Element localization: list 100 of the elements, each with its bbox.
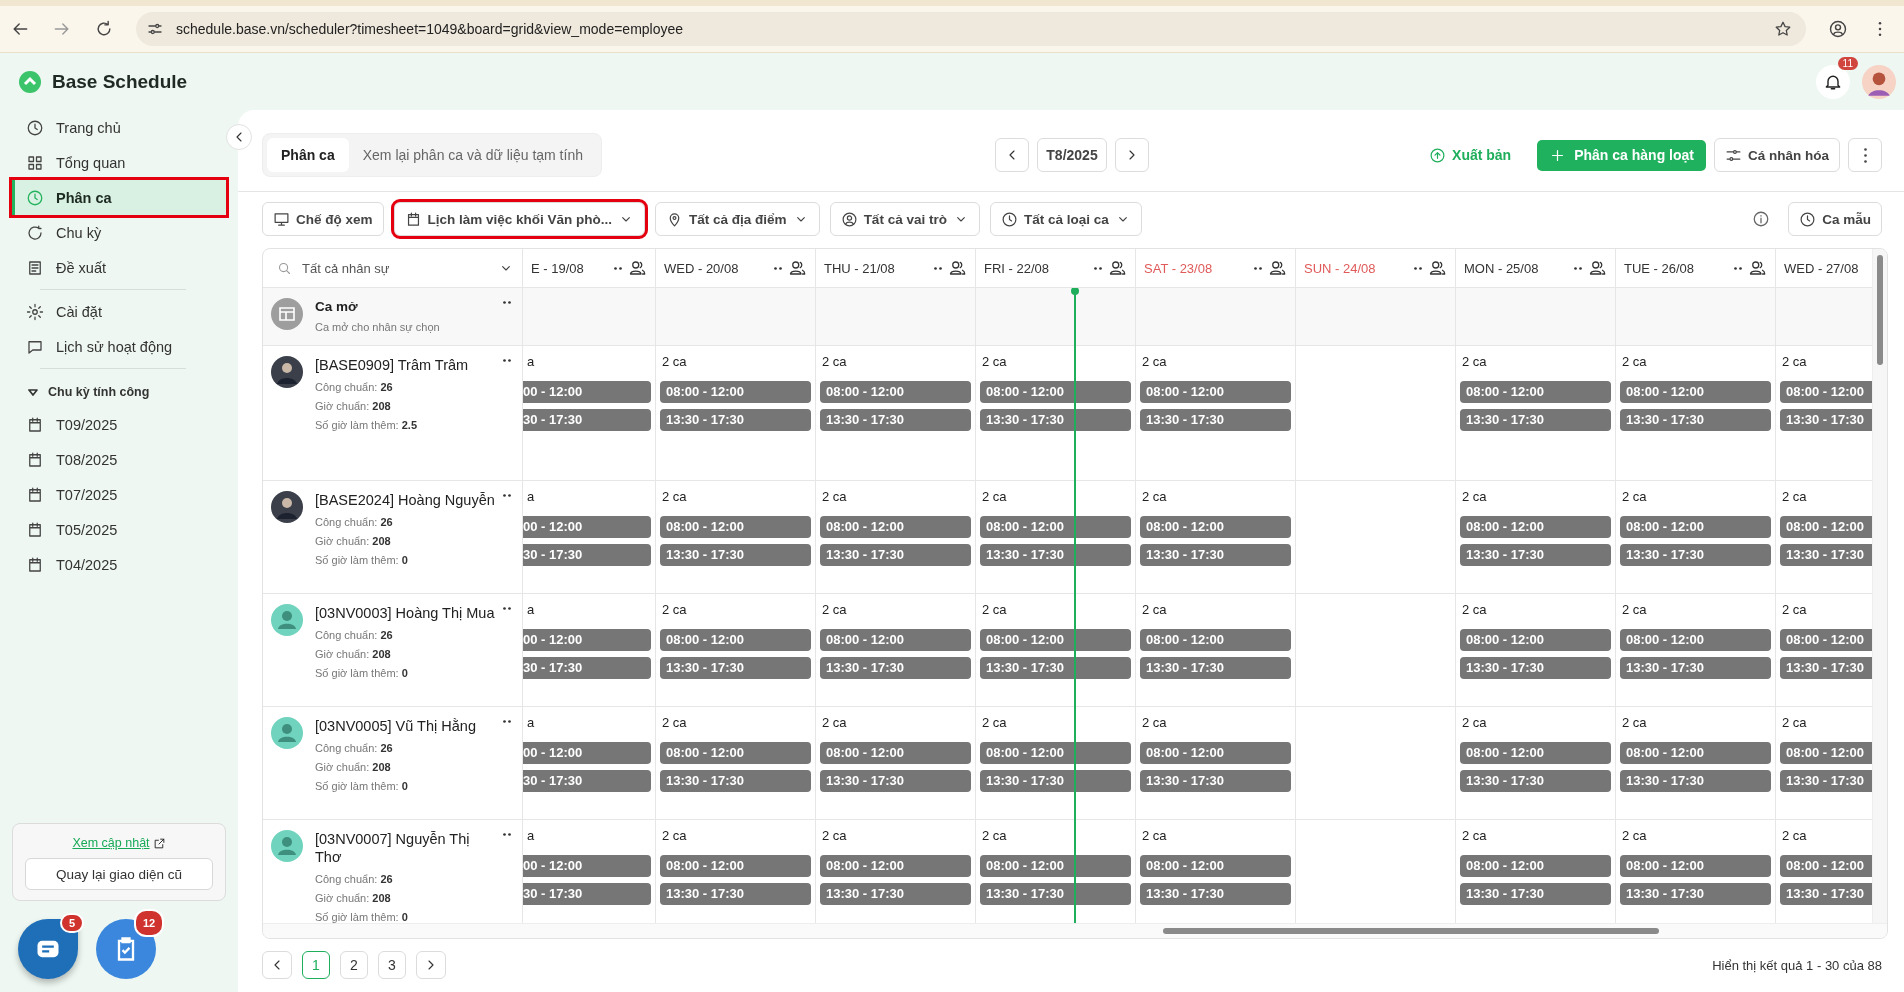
people-icon[interactable] [1109, 259, 1127, 277]
shift-block[interactable]: 00 - 12:00 [523, 381, 651, 403]
publish-button[interactable]: Xuất bản [1423, 145, 1518, 165]
shift-block[interactable]: 13:30 - 17:30 [820, 657, 971, 679]
shift-block[interactable]: 13:30 - 17:30 [1460, 544, 1611, 566]
shift-block[interactable]: 13:30 - 17:30 [1620, 544, 1771, 566]
page-button[interactable]: 3 [378, 951, 406, 979]
shift-block[interactable]: 08:00 - 12:00 [980, 516, 1131, 538]
shift-template-button[interactable]: Ca mẫu [1788, 202, 1882, 236]
vertical-scrollbar[interactable] [1872, 249, 1887, 923]
sidebar-group-header[interactable]: Chu kỳ tính công [12, 377, 226, 407]
shift-block[interactable]: 13:30 - 17:30 [660, 770, 811, 792]
shift-block[interactable]: 08:00 - 12:00 [1780, 629, 1872, 651]
chat-button[interactable] [18, 919, 78, 979]
shift-block[interactable]: 13:30 - 17:30 [660, 544, 811, 566]
sidebar-item[interactable]: Phân ca [12, 180, 226, 215]
tasks-button[interactable] [96, 919, 156, 979]
shift-block[interactable]: 08:00 - 12:00 [1460, 855, 1611, 877]
shift-block[interactable]: 13:30 - 17:30 [980, 409, 1131, 431]
more-icon[interactable] [1573, 265, 1583, 271]
tab[interactable]: Xem lại phân ca và dữ liệu tạm tính [348, 138, 597, 172]
shift-block[interactable]: 08:00 - 12:00 [1460, 742, 1611, 764]
shift-block[interactable]: 08:00 - 12:00 [980, 629, 1131, 651]
people-icon[interactable] [1269, 259, 1287, 277]
shift-block[interactable]: 08:00 - 12:00 [820, 516, 971, 538]
shift-block[interactable]: 13:30 - 17:30 [820, 409, 971, 431]
shift-block[interactable]: 13:30 - 17:30 [1460, 883, 1611, 905]
more-icon[interactable] [1733, 265, 1743, 271]
shift-block[interactable]: 13:30 - 17:30 [1140, 883, 1291, 905]
shift-block[interactable]: 13:30 - 17:30 [660, 657, 811, 679]
shift-block[interactable]: 30 - 17:30 [523, 409, 651, 431]
filter-dropdown[interactable]: Lịch làm việc khối Văn phò... [393, 202, 646, 236]
filter-dropdown[interactable]: Tất cả vai trò [829, 202, 980, 236]
shift-block[interactable]: 13:30 - 17:30 [820, 770, 971, 792]
shift-block[interactable]: 30 - 17:30 [523, 883, 651, 905]
filter-dropdown[interactable]: Tất cả địa điểm [655, 202, 820, 236]
sidebar-item[interactable]: Tổng quan [12, 145, 226, 180]
more-icon[interactable] [502, 493, 512, 498]
shift-block[interactable]: 00 - 12:00 [523, 742, 651, 764]
shift-block[interactable]: 08:00 - 12:00 [1460, 381, 1611, 403]
people-icon[interactable] [1429, 259, 1447, 277]
horizontal-scrollbar[interactable] [263, 923, 1887, 938]
avatar[interactable] [1862, 64, 1896, 99]
shift-block[interactable]: 13:30 - 17:30 [660, 409, 811, 431]
shift-block[interactable]: 13:30 - 17:30 [1140, 409, 1291, 431]
shift-block[interactable]: 08:00 - 12:00 [660, 381, 811, 403]
shift-block[interactable]: 08:00 - 12:00 [820, 855, 971, 877]
shift-block[interactable]: 08:00 - 12:00 [1780, 855, 1872, 877]
shift-block[interactable]: 08:00 - 12:00 [1140, 742, 1291, 764]
shift-block[interactable]: 13:30 - 17:30 [980, 883, 1131, 905]
filter-dropdown[interactable]: Chế độ xem [262, 202, 384, 236]
shift-block[interactable]: 13:30 - 17:30 [1460, 657, 1611, 679]
shift-block[interactable]: 00 - 12:00 [523, 629, 651, 651]
more-icon[interactable] [502, 606, 512, 611]
sidebar-item[interactable]: Trang chủ [12, 110, 226, 145]
more-icon[interactable] [773, 265, 783, 271]
shift-block[interactable]: 13:30 - 17:30 [1140, 770, 1291, 792]
shift-block[interactable]: 08:00 - 12:00 [820, 742, 971, 764]
shift-block[interactable]: 13:30 - 17:30 [1780, 657, 1872, 679]
sidebar-item[interactable]: T08/2025 [12, 442, 226, 477]
sidebar-item[interactable]: Đề xuất [12, 250, 226, 285]
star-icon[interactable] [1774, 20, 1792, 38]
shift-block[interactable]: 00 - 12:00 [523, 855, 651, 877]
shift-block[interactable]: 08:00 - 12:00 [1620, 381, 1771, 403]
info-icon[interactable] [1752, 210, 1771, 228]
shift-block[interactable]: 13:30 - 17:30 [1620, 657, 1771, 679]
people-icon[interactable] [1589, 259, 1607, 277]
sidebar-item[interactable]: T04/2025 [12, 547, 226, 582]
more-icon[interactable] [613, 265, 623, 271]
shift-block[interactable]: 30 - 17:30 [523, 544, 651, 566]
shift-block[interactable]: 13:30 - 17:30 [1620, 883, 1771, 905]
more-icon[interactable] [1093, 265, 1103, 271]
external-link-icon[interactable] [152, 836, 166, 850]
shift-block[interactable]: 08:00 - 12:00 [980, 855, 1131, 877]
shift-block[interactable]: 08:00 - 12:00 [1620, 855, 1771, 877]
people-icon[interactable] [789, 259, 807, 277]
shift-block[interactable]: 13:30 - 17:30 [820, 883, 971, 905]
page-button[interactable]: 1 [302, 951, 330, 979]
profile-icon[interactable] [1828, 19, 1848, 39]
shift-block[interactable]: 13:30 - 17:30 [1620, 770, 1771, 792]
shift-block[interactable]: 08:00 - 12:00 [1460, 629, 1611, 651]
shift-block[interactable]: 13:30 - 17:30 [1620, 409, 1771, 431]
shift-block[interactable]: 13:30 - 17:30 [1140, 657, 1291, 679]
more-icon[interactable] [502, 358, 512, 363]
more-icon[interactable] [933, 265, 943, 271]
people-icon[interactable] [629, 259, 647, 277]
sidebar-item[interactable]: Cài đặt [12, 294, 226, 329]
customize-button[interactable]: Cá nhân hóa [1714, 138, 1840, 172]
search-field[interactable]: Tất cả nhân sự [300, 259, 490, 277]
shift-block[interactable]: 13:30 - 17:30 [820, 544, 971, 566]
shift-block[interactable]: 08:00 - 12:00 [980, 381, 1131, 403]
shift-block[interactable]: 08:00 - 12:00 [660, 855, 811, 877]
shift-block[interactable]: 08:00 - 12:00 [1780, 742, 1872, 764]
people-icon[interactable] [1749, 259, 1767, 277]
shift-block[interactable]: 13:30 - 17:30 [1780, 770, 1872, 792]
shift-block[interactable]: 08:00 - 12:00 [1620, 629, 1771, 651]
shift-block[interactable]: 08:00 - 12:00 [1140, 381, 1291, 403]
filter-dropdown[interactable]: Tất cả loại ca [989, 202, 1142, 236]
shift-block[interactable]: 30 - 17:30 [523, 770, 651, 792]
people-icon[interactable] [949, 259, 967, 277]
